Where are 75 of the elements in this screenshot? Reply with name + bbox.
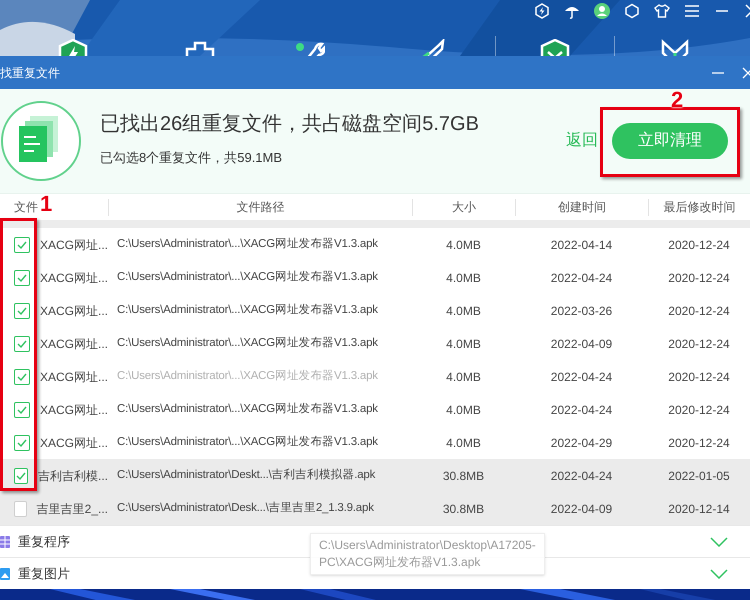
file-name: XACG网址... [40,402,108,418]
file-path: C:\Users\Administrator\...\XACG网址发布器V1.3.apk [116,402,379,417]
avatar-icon[interactable] [594,3,610,19]
column-header[interactable]: 文件路径 [236,198,284,216]
bolt-shield-icon[interactable] [534,3,550,19]
checkbox[interactable] [14,402,30,418]
summary-headline: 已找出26组重复文件，共占磁盘空间5.7GB [100,112,479,137]
created-date: 2022-04-09 [550,336,612,352]
column-header[interactable]: 创建时间 [558,198,606,216]
modified-date: 2020-12-24 [668,336,730,352]
created-date: 2022-04-29 [550,434,612,452]
created-date: 2022-03-26 [550,302,612,320]
category-label[interactable]: 重复图片 [18,564,70,584]
created-date: 2022-04-24 [550,468,612,484]
file-path: C:\Users\Administrator\...\XACG网址发布器V1.3.apk [116,336,379,351]
column-header[interactable]: 大小 [452,198,476,216]
modified-date: 2020-12-14 [668,500,730,518]
hexagon-icon[interactable] [624,3,640,19]
window-title: 找重复文件 [0,64,60,82]
file-path: C:\Users\Administrator\...\XACG网址发布器V1.3.apk [116,236,379,252]
file-path: C:\Users\Administrator\...\XACG网址发布器V1.3.apk [116,368,379,384]
menu-icon[interactable] [684,3,700,19]
created-date: 2022-04-24 [550,368,612,386]
checkbox[interactable] [14,434,30,450]
file-size: 30.8MB [442,500,484,518]
modified-date: 2020-12-24 [668,434,730,452]
file-size: 4.0MB [446,336,481,352]
created-date: 2022-04-24 [550,402,612,418]
file-path: C:\Users\Administrator\...\XACG网址发布器V1.3.apk [116,270,379,285]
file-name: XACG网址... [40,302,108,320]
step-number: 2 [671,88,684,112]
created-date: 2022-04-14 [550,236,612,254]
checkbox[interactable] [14,270,30,286]
modified-date: 2020-12-24 [668,368,730,386]
tooltip: C:\Users\Administrator\Desktop\A17205- PC\XACG网址发布器V1.3.apk [310,533,545,575]
file-size: 4.0MB [446,302,481,320]
checkbox[interactable] [14,336,30,352]
column-header[interactable]: 文件 [14,198,38,216]
file-name: XACG网址... [40,368,108,386]
file-size: 30.8MB [442,468,484,484]
modified-date: 2020-12-24 [668,302,730,320]
file-size: 4.0MB [446,368,481,386]
file-path: C:\Users\Administrator\...\XACG网址发布器V1.3.apk [116,434,379,450]
created-date: 2022-04-24 [550,270,612,286]
file-path: C:\Users\Administrator\Deskt...\吉利吉利模拟器.apk [116,468,376,483]
file-path: C:\Users\Administrator\...\XACG网址发布器V1.3.apk [116,302,379,318]
file-name: 吉利吉利模... [38,468,108,484]
step-number: 1 [40,192,52,216]
file-name: XACG网址... [40,236,108,254]
file-size: 4.0MB [446,402,481,418]
category-label[interactable]: 重复程序 [18,532,70,552]
table-row[interactable]: 吉里吉里2_... C:\Users\Administrator\Desk...\吉里吉里2_1.3.9.apk 30.8MB 2022-04-09 2020-12-14 [0,492,750,525]
checkbox[interactable] [14,500,27,516]
column-header[interactable]: 最后修改时间 [664,198,736,216]
file-path: C:\Users\Administrator\Desk...\吉里吉里2_1.3.9.apk [116,500,375,516]
modified-date: 2020-12-24 [668,402,730,418]
file-name: XACG网址... [40,270,108,286]
file-name: XACG网址... [40,434,108,452]
image-icon [0,568,10,580]
checkbox[interactable] [14,468,28,484]
file-size: 4.0MB [446,236,481,254]
tshirt-icon[interactable] [654,3,670,19]
modified-date: 2020-12-24 [668,236,730,254]
file-size: 4.0MB [446,434,481,452]
checkbox[interactable] [14,302,30,318]
selection-summary: 已勾选8个重复文件，共59.1MB [100,148,284,167]
file-size: 4.0MB [446,270,481,286]
checkbox[interactable] [14,368,30,384]
file-name: XACG网址... [40,336,108,352]
created-date: 2022-04-09 [550,500,612,518]
modified-date: 2020-12-24 [668,270,730,286]
modified-date: 2022-01-05 [668,468,730,484]
checkbox[interactable] [14,236,30,252]
file-name: 吉里吉里2_... [36,500,108,518]
table-row[interactable]: 吉利吉利模... C:\Users\Administrator\Deskt...\吉利吉利模拟器.apk 30.8MB 2022-04-24 2022-01-05 [0,459,750,492]
